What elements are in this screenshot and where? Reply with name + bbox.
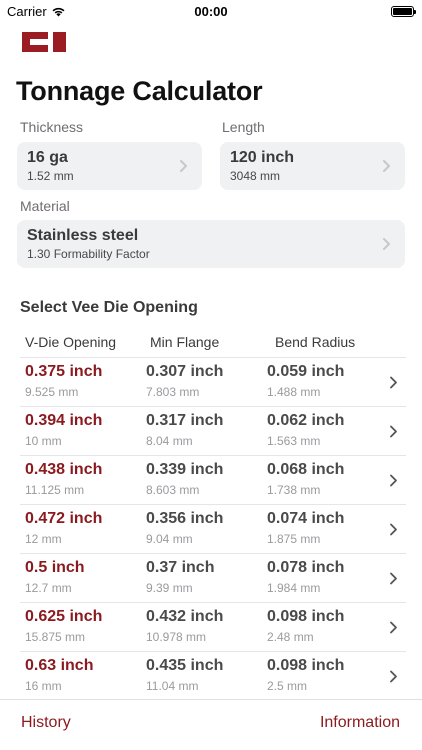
- ci-logo: [22, 32, 66, 52]
- thickness-label: Thickness: [20, 119, 84, 135]
- length-selector[interactable]: 120 inch 3048 mm: [220, 142, 405, 190]
- vdie-metric: 9.525 mm: [25, 385, 79, 399]
- column-header-vdie: V-Die Opening: [25, 334, 117, 350]
- material-value: Stainless steel: [27, 227, 139, 244]
- radius-value: 0.059 inch: [267, 363, 345, 380]
- page-title: Tonnage Calculator: [16, 76, 263, 106]
- radius-value: 0.062 inch: [267, 412, 345, 429]
- chevron-right-icon: [390, 670, 397, 683]
- section-title: Select Vee Die Opening: [20, 299, 198, 316]
- thickness-selector[interactable]: 16 ga 1.52 mm: [17, 142, 202, 190]
- chevron-right-icon: [390, 425, 397, 438]
- radius-value: 0.068 inch: [267, 461, 345, 478]
- material-label: Material: [20, 198, 70, 214]
- status-bar: Carrier 00:00: [0, 0, 422, 22]
- flange-value: 0.435 inch: [146, 657, 224, 674]
- bottom-toolbar: History Information: [0, 699, 422, 750]
- table-row[interactable]: 0.625 inch 15.875 mm 0.432 inch 10.978 mm …: [20, 603, 406, 652]
- radius-value: 0.098 inch: [267, 608, 345, 625]
- radius-metric: 1.738 mm: [267, 483, 321, 497]
- chevron-right-icon: [180, 160, 187, 172]
- chevron-right-icon: [390, 474, 397, 487]
- flange-value: 0.432 inch: [146, 608, 224, 625]
- table-row[interactable]: 0.5 inch 12.7 mm 0.37 inch 9.39 mm 0.078 i…: [20, 554, 406, 603]
- vdie-value: 0.625 inch: [25, 608, 103, 625]
- table-row[interactable]: 0.438 inch 11.125 mm 0.339 inch 8.603 mm 0…: [20, 456, 406, 505]
- flange-metric: 9.04 mm: [146, 532, 193, 546]
- vdie-metric: 16 mm: [25, 679, 62, 693]
- flange-metric: 8.603 mm: [146, 483, 200, 497]
- vdie-metric: 10 mm: [25, 434, 62, 448]
- vdie-metric: 12 mm: [25, 532, 62, 546]
- status-time: 00:00: [194, 3, 228, 19]
- flange-metric: 8.04 mm: [146, 434, 193, 448]
- vdie-metric: 11.125 mm: [25, 483, 85, 497]
- vdie-value: 0.394 inch: [25, 412, 103, 429]
- vdie-metric: 12.7 mm: [25, 581, 72, 595]
- flange-value: 0.307 inch: [146, 363, 224, 380]
- radius-metric: 2.48 mm: [267, 630, 314, 644]
- table-row[interactable]: 0.394 inch 10 mm 0.317 inch 8.04 mm 0.062 …: [20, 407, 406, 456]
- flange-value: 0.37 inch: [146, 559, 215, 576]
- table-row[interactable]: 0.375 inch 9.525 mm 0.307 inch 7.803 mm 0.…: [20, 358, 406, 407]
- vdie-value: 0.438 inch: [25, 461, 103, 478]
- chevron-right-icon: [383, 238, 390, 250]
- radius-metric: 1.488 mm: [267, 385, 321, 399]
- radius-value: 0.098 inch: [267, 657, 345, 674]
- vdie-value: 0.472 inch: [25, 510, 103, 527]
- radius-metric: 1.875 mm: [267, 532, 321, 546]
- radius-value: 0.074 inch: [267, 510, 345, 527]
- table-row[interactable]: 0.63 inch 16 mm 0.435 inch 11.04 mm 0.098 …: [20, 652, 406, 701]
- flange-metric: 9.39 mm: [146, 581, 193, 595]
- chevron-right-icon: [390, 572, 397, 585]
- chevron-right-icon: [383, 160, 390, 172]
- material-factor: 1.30 Formability Factor: [27, 247, 150, 261]
- chevron-right-icon: [390, 523, 397, 536]
- battery-icon: [391, 5, 416, 17]
- table-row[interactable]: 0.472 inch 12 mm 0.356 inch 9.04 mm 0.074 …: [20, 505, 406, 554]
- thickness-metric: 1.52 mm: [27, 169, 74, 183]
- radius-metric: 1.563 mm: [267, 434, 321, 448]
- material-selector[interactable]: Stainless steel 1.30 Formability Factor: [17, 220, 405, 268]
- vdie-value: 0.63 inch: [25, 657, 94, 674]
- chevron-right-icon: [390, 621, 397, 634]
- vdie-value: 0.5 inch: [25, 559, 85, 576]
- column-header-flange: Min Flange: [150, 334, 220, 350]
- radius-value: 0.078 inch: [267, 559, 345, 576]
- thickness-value: 16 ga: [27, 149, 68, 166]
- length-metric: 3048 mm: [230, 169, 281, 183]
- radius-metric: 2.5 mm: [267, 679, 308, 693]
- vdie-value: 0.375 inch: [25, 363, 103, 380]
- flange-metric: 10.978 mm: [146, 630, 207, 644]
- chevron-right-icon: [390, 376, 397, 389]
- flange-metric: 11.04 mm: [146, 679, 199, 693]
- column-header-radius: Bend Radius: [275, 334, 356, 350]
- table-header: V-Die Opening Min Flange Bend Radius: [0, 334, 422, 358]
- history-button[interactable]: History: [21, 714, 71, 732]
- flange-value: 0.339 inch: [146, 461, 224, 478]
- flange-value: 0.317 inch: [146, 412, 224, 429]
- flange-value: 0.356 inch: [146, 510, 224, 527]
- length-label: Length: [222, 119, 265, 135]
- radius-metric: 1.984 mm: [267, 581, 321, 595]
- length-value: 120 inch: [230, 149, 295, 166]
- flange-metric: 7.803 mm: [146, 385, 200, 399]
- vdie-metric: 15.875 mm: [25, 630, 86, 644]
- information-button[interactable]: Information: [320, 714, 400, 732]
